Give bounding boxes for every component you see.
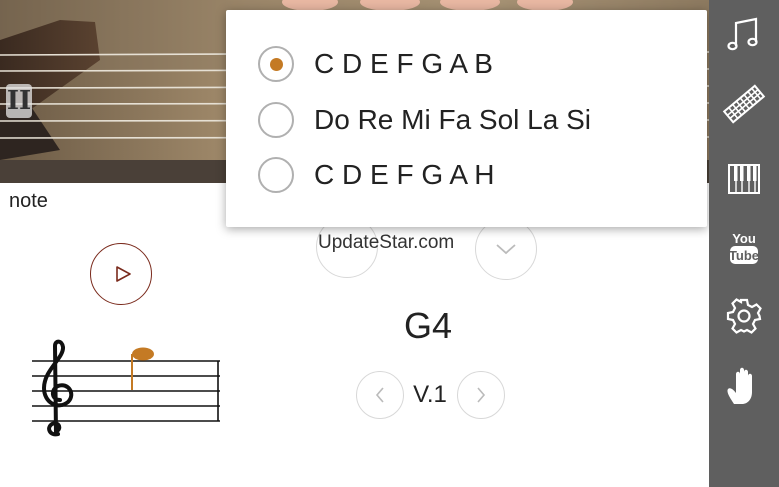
chevron-down-icon	[496, 244, 516, 255]
previous-version-button[interactable]	[356, 371, 404, 419]
note-head	[131, 347, 154, 390]
expand-button[interactable]	[475, 218, 537, 280]
option-label: C D E F G A B	[314, 48, 493, 79]
notation-option-letters[interactable]: C D E F G A B	[226, 36, 707, 92]
music-staff	[32, 339, 220, 437]
right-sidebar: You Tube	[709, 0, 779, 487]
current-note-name: G4	[403, 305, 453, 346]
pause-button[interactable]: II	[6, 84, 32, 118]
play-icon	[116, 266, 131, 282]
chevron-right-icon	[477, 387, 486, 403]
notation-dropdown: C D E F G A B Do Re Mi Fa Sol La Si C D …	[226, 10, 707, 227]
next-version-button[interactable]	[457, 371, 505, 419]
version-label: V.1	[413, 381, 447, 408]
music-note-icon[interactable]	[722, 12, 766, 56]
svg-text:Tube: Tube	[729, 248, 759, 263]
play-button[interactable]	[90, 243, 152, 305]
guitar-neck-icon[interactable]	[722, 82, 766, 126]
notation-option-german[interactable]: C D E F G A H	[226, 147, 707, 203]
note-label: note	[4, 189, 53, 214]
hand-icon[interactable]	[722, 364, 766, 408]
radio-button-selected[interactable]	[258, 46, 294, 82]
gear-icon[interactable]	[722, 294, 766, 338]
option-label: C D E F G A H	[314, 159, 495, 190]
svg-text:You: You	[732, 231, 756, 246]
chevron-left-icon	[375, 387, 384, 403]
watermark-text: UpdateStar.com	[318, 232, 455, 253]
youtube-icon[interactable]: You Tube	[722, 226, 766, 270]
piano-keys-icon[interactable]	[722, 157, 766, 201]
radio-button[interactable]	[258, 102, 294, 138]
option-label: Do Re Mi Fa Sol La Si	[314, 104, 591, 135]
notation-option-solfege[interactable]: Do Re Mi Fa Sol La Si	[226, 92, 707, 148]
radio-button[interactable]	[258, 157, 294, 193]
